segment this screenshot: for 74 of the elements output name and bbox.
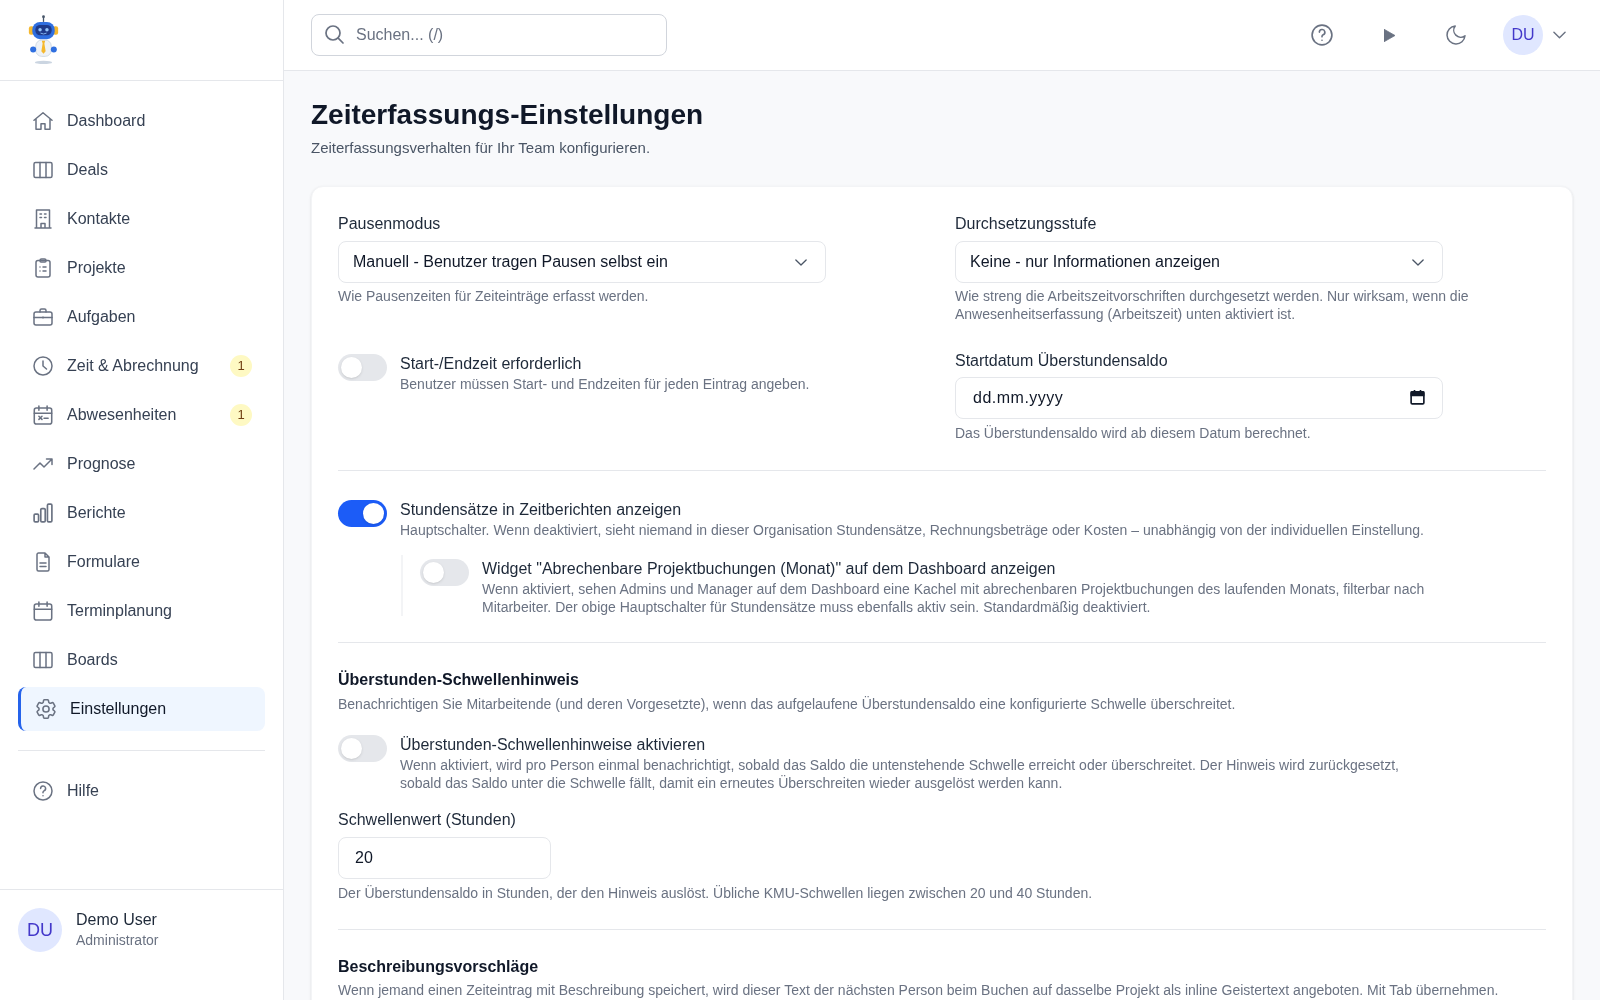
help-link[interactable]: Hilfe: [18, 769, 265, 813]
count-badge: 1: [230, 355, 252, 377]
columns-icon: [33, 650, 53, 670]
count-badge: 1: [230, 404, 252, 426]
select-field[interactable]: Manuell - Benutzer tragen Pausen selbst ein: [338, 241, 826, 283]
user-menu-button[interactable]: DU: [1503, 15, 1566, 55]
toggle-description: Benutzer müssen Start- und Endzeiten für jeden Eintrag angeben.: [400, 375, 810, 393]
toggle-switch[interactable]: [338, 500, 387, 527]
nav-item[interactable]: Aufgaben: [18, 295, 265, 339]
toggle-label: Start-/Endzeit erforderlich: [400, 354, 583, 374]
briefcase-icon: [33, 307, 53, 327]
field-label: Pausenmodus: [338, 214, 442, 234]
section-heading: Beschreibungsvorschläge: [338, 957, 540, 977]
toggle-switch[interactable]: [338, 735, 387, 762]
number-field[interactable]: 20: [338, 837, 551, 879]
toggle-description: Wenn aktiviert, sehen Admins und Manager auf dem Dashboard eine Kachel mit abrechenbaren Projektbuchungen des laufenden Monats, filterbar nach Mitarbeiter. Der obige Hauptschalter für Stundensätze muss ebenfalls aktiv sein. Standardmäßig deaktiviert.: [482, 580, 1426, 616]
nav-item[interactable]: Boards: [18, 638, 265, 682]
calendar-x-icon: [33, 405, 53, 425]
help-icon: [33, 781, 53, 801]
select-field[interactable]: Keine - nur Informationen anzeigen: [955, 241, 1443, 283]
nav-item[interactable]: Deals: [18, 148, 265, 192]
search-icon: [325, 25, 344, 44]
nav-item[interactable]: Berichte: [18, 491, 265, 535]
settings-icon: [36, 699, 56, 719]
robot-logo-icon: [28, 15, 59, 65]
field-label: Durchsetzungsstufe: [955, 214, 1098, 234]
nav-item[interactable]: Zeit & Abrechnung 1: [18, 344, 265, 388]
help-text: Das Überstundensaldo wird ab diesem Datum berechnet.: [955, 424, 1312, 442]
help-text: Wie streng die Arbeitszeitvorschriften durchgesetzt werden. Nur wirksam, wenn die Anwesenheitserfassung (Arbeitszeit) unten aktiviert ist.: [955, 287, 1470, 323]
user-name: Demo User: [76, 910, 158, 930]
nav-item[interactable]: Prognose: [18, 442, 265, 486]
help-text: Wie Pausenzeiten für Zeiteinträge erfasst werden.: [338, 287, 650, 305]
bar-chart-icon: [33, 503, 53, 523]
clock-icon: [33, 356, 53, 376]
chevron-down-icon: [1412, 258, 1424, 266]
nav-item[interactable]: Abwesenheiten 1: [18, 393, 265, 437]
chevron-down-icon: [1553, 31, 1566, 39]
help-text: Benachrichtigen Sie Mitarbeitende (und deren Vorgesetzte), wenn das aufgelaufene Überstundensaldo eine konfigurierte Schwelle überschreitet.: [338, 695, 1237, 713]
date-field[interactable]: dd.mm.yyyy: [955, 377, 1443, 419]
calendar-icon: [33, 601, 53, 621]
toggle-switch[interactable]: [338, 354, 387, 381]
home-icon: [33, 111, 53, 131]
help-text: Wenn jemand einen Zeiteintrag mit Beschreibung speichert, wird dieser Text der nächsten Person beim Buchen auf dasselbe Projekt als inline Geistertext angeboten. Mit Tab übernehmen.: [338, 981, 1500, 999]
toggle-description: Hauptschalter. Wenn deaktiviert, sieht niemand in dieser Organisation Stundensätze, Rechnungsbeträge oder Kosten – unabhängig von der individuellen Einstellung.: [400, 521, 1424, 539]
help-icon: [1311, 24, 1333, 46]
field-label: Schwellenwert (Stunden): [338, 810, 517, 830]
page-subtitle: Zeiterfassungsverhalten für Ihr Team konfigurieren.: [311, 138, 652, 158]
chevron-down-icon: [795, 258, 807, 266]
building-icon: [33, 209, 53, 229]
document-icon: [33, 552, 53, 572]
nav-item[interactable]: Einstellungen: [18, 687, 265, 731]
toggle-label: Überstunden-Schwellenhinweise aktivieren: [400, 735, 707, 755]
columns-icon: [33, 160, 53, 180]
user-avatar: DU: [18, 908, 62, 952]
nav-item[interactable]: Dashboard: [18, 99, 265, 143]
section-heading: Überstunden-Schwellenhinweis: [338, 669, 580, 690]
page-title: Zeiterfassungs-Einstellungen: [311, 98, 705, 132]
toggle-label: Stundensätze in Zeitberichten anzeigen: [400, 500, 683, 520]
clipboard-list-icon: [33, 258, 53, 278]
search-field[interactable]: Suchen... (/): [311, 14, 667, 56]
nav-item[interactable]: Kontakte: [18, 197, 265, 241]
nav-item[interactable]: Terminplanung: [18, 589, 265, 633]
moon-icon: [1446, 25, 1466, 45]
field-label: Startdatum Überstundensaldo: [955, 351, 1169, 371]
user-role: Administrator: [76, 931, 159, 950]
user-avatar: DU: [1503, 15, 1543, 55]
play-icon: [1383, 28, 1395, 42]
nav-item[interactable]: Formulare: [18, 540, 265, 584]
calendar-icon: [1410, 390, 1425, 405]
toggle-description: Wenn aktiviert, wird pro Person einmal benachrichtigt, sobald das Saldo die untenstehende Schwelle erreicht oder überschreitet. Der Hinweis wird zurückgesetzt, sobald das Saldo unter die Schwelle fällt, damit ein erneutes Überschreiten wieder ausgelöst werden kann.: [400, 756, 1400, 792]
nav-item[interactable]: Projekte: [18, 246, 265, 290]
toggle-label: Widget "Abrechenbare Projektbuchungen (Monat)" auf dem Dashboard anzeigen: [482, 559, 1057, 579]
toggle-switch[interactable]: [420, 559, 469, 586]
help-text: Der Überstundensaldo in Stunden, der den Hinweis auslöst. Übliche KMU-Schwellen liegen zwischen 20 und 40 Stunden.: [338, 884, 1094, 902]
